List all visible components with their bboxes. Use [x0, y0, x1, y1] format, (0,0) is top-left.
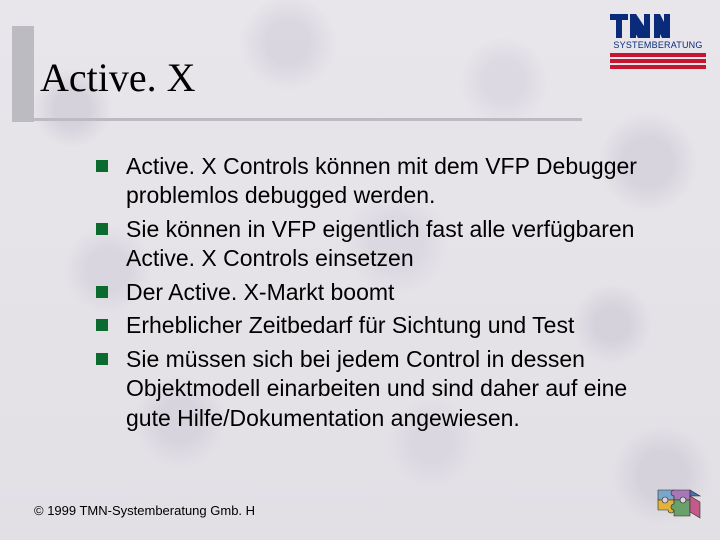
- bullet-square-icon: [96, 223, 108, 235]
- slide-title: Active. X: [40, 54, 680, 101]
- list-item-text: Sie müssen sich bei jedem Control in des…: [126, 345, 676, 433]
- title-block: Active. X: [40, 54, 680, 101]
- list-item: Sie müssen sich bei jedem Control in des…: [96, 345, 676, 433]
- tmn-mark-icon: [610, 10, 670, 38]
- bullet-square-icon: [96, 353, 108, 365]
- list-item-text: Der Active. X-Markt boomt: [126, 278, 394, 307]
- copyright-footer: © 1999 TMN-Systemberatung Gmb. H: [34, 503, 255, 518]
- list-item-text: Active. X Controls können mit dem VFP De…: [126, 152, 676, 211]
- logo-subtext: SYSTEMBERATUNG: [610, 40, 706, 51]
- bullet-list: Active. X Controls können mit dem VFP De…: [96, 152, 676, 437]
- bullet-square-icon: [96, 160, 108, 172]
- title-accent-horizontal: [22, 118, 582, 121]
- list-item: Sie können in VFP eigentlich fast alle v…: [96, 215, 676, 274]
- bullet-square-icon: [96, 319, 108, 331]
- bullet-square-icon: [96, 286, 108, 298]
- list-item-text: Sie können in VFP eigentlich fast alle v…: [126, 215, 676, 274]
- list-item-text: Erheblicher Zeitbedarf für Sichtung und …: [126, 311, 574, 340]
- list-item: Der Active. X-Markt boomt: [96, 278, 676, 307]
- logo-mark: [610, 10, 706, 38]
- list-item: Active. X Controls können mit dem VFP De…: [96, 152, 676, 211]
- title-accent-vertical: [12, 26, 34, 122]
- list-item: Erheblicher Zeitbedarf für Sichtung und …: [96, 311, 676, 340]
- puzzle-icon: [656, 484, 702, 526]
